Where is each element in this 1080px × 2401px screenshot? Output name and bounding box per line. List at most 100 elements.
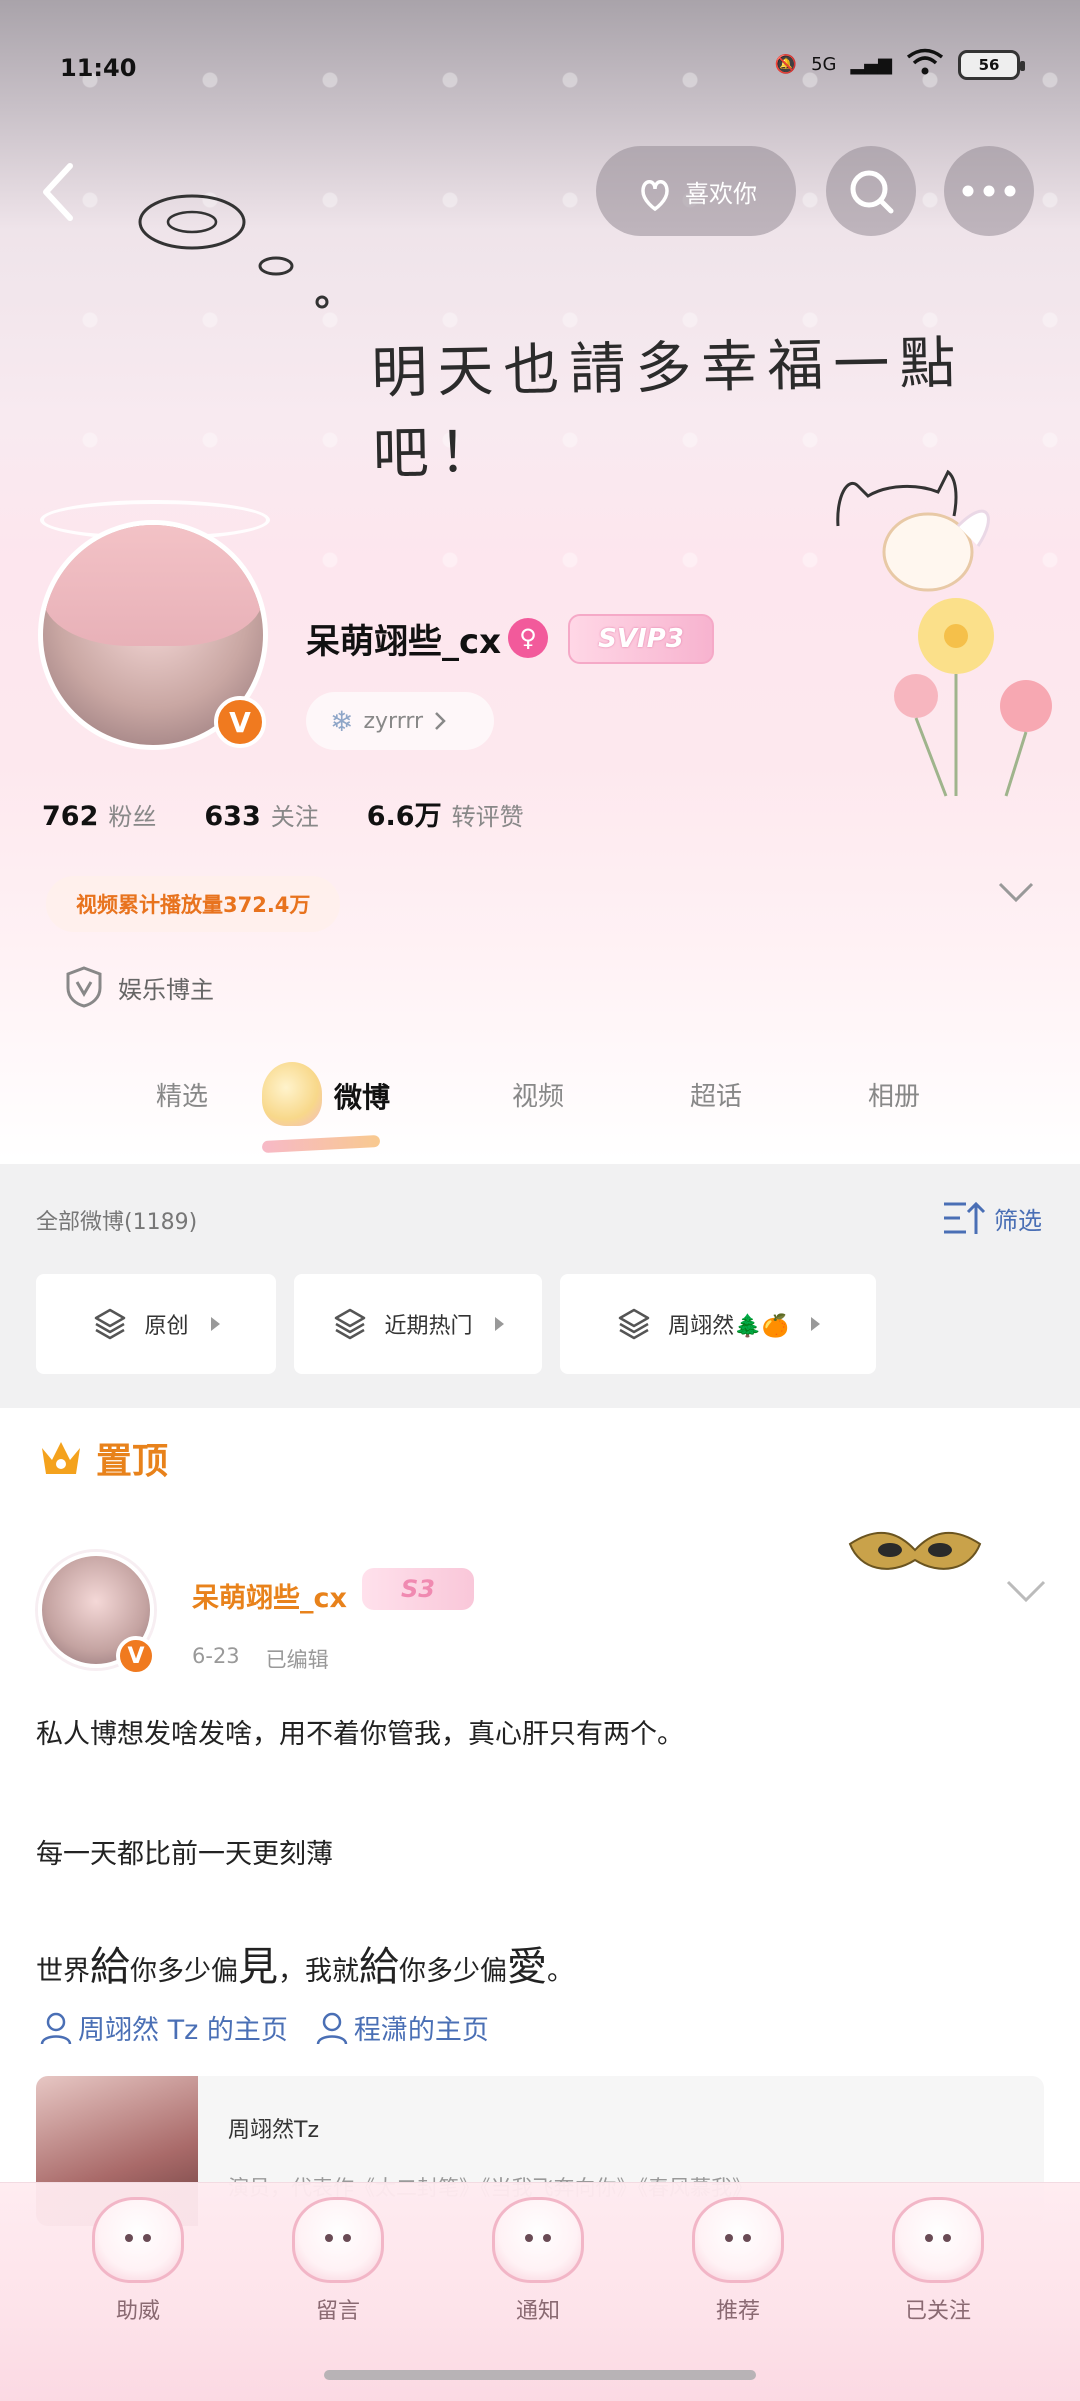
- nav-followed-label: 已关注: [904, 2299, 971, 2324]
- post-text-line-1: 私人博想发啥发啥，用不着你管我，真心肝只有两个。: [36, 1719, 684, 1750]
- post-author-name[interactable]: 呆萌翊些_cx: [192, 1576, 347, 1615]
- nav-message-label: 留言: [315, 2299, 360, 2324]
- wifi-icon: [906, 48, 944, 81]
- tab-album[interactable]: 相册: [868, 1076, 920, 1113]
- flower-decoration: [894, 598, 1052, 797]
- hand-heart-icon: [641, 180, 669, 212]
- thought-bubble-doodle: [138, 194, 329, 309]
- snowflake-icon: ❄: [330, 704, 354, 738]
- nav-recommend[interactable]: 推荐: [678, 2197, 798, 2325]
- tab-featured[interactable]: 精选: [156, 1076, 208, 1113]
- following-label: 关注: [270, 803, 319, 831]
- female-gender-icon: ♀: [508, 618, 548, 658]
- status-time: 11:40: [60, 54, 137, 82]
- chip-zhou-yiran[interactable]: 周翊然🌲🍊: [560, 1274, 876, 1374]
- nav-notify[interactable]: 通知: [478, 2197, 598, 2325]
- like-you-button[interactable]: 喜欢你: [596, 146, 796, 236]
- search-button[interactable]: [826, 146, 916, 236]
- nav-recommend-label: 推荐: [715, 2299, 760, 2324]
- stat-followers[interactable]: 762 粉丝: [42, 797, 156, 832]
- chip-original[interactable]: 原创: [36, 1274, 276, 1374]
- masquerade-mask-decoration: [848, 1532, 982, 1570]
- more-dots-icon: [962, 185, 1016, 197]
- pinned-header: 置顶: [38, 1432, 168, 1484]
- recommend-sticker-icon: [692, 2197, 784, 2283]
- post-verified-badge-icon: V: [116, 1636, 156, 1676]
- network-label: 5G: [811, 54, 837, 75]
- post-text-line-3: 世界給你多少偏見，我就給你多少偏愛。: [36, 1934, 574, 1992]
- notification-mute-icon: 🔕: [774, 54, 798, 75]
- cheer-sticker-icon: [92, 2197, 184, 2283]
- status-icons: 🔕 5G ▂▄▆ 56: [774, 48, 1025, 81]
- video-play-count[interactable]: 视频累计播放量372.4万: [46, 876, 341, 932]
- play-arrow-icon: [210, 1317, 220, 1331]
- shield-v-icon: [66, 966, 102, 1008]
- filter-section: 全部微博(1189) 筛选 原创 近期热门 周翊然🌲🍊: [0, 1164, 1080, 1408]
- post-menu-chevron-down-icon[interactable]: [1004, 1578, 1048, 1604]
- text-segment: 給: [90, 1944, 130, 1990]
- chip-original-label: 原创: [144, 1314, 189, 1339]
- profile-stats: 762 粉丝 633 关注 6.6万 转评赞: [42, 794, 524, 833]
- profile-tabs: 精选 微博 视频 超话 相册: [0, 1050, 1080, 1160]
- nav-message[interactable]: 留言: [278, 2197, 398, 2325]
- filter-label: 筛选: [994, 1206, 1042, 1235]
- user-icon: [40, 2012, 72, 2044]
- battery-level: 56: [978, 55, 1000, 74]
- play-arrow-icon: [494, 1317, 504, 1331]
- zyrrrr-label: zyrrrr: [363, 708, 424, 734]
- expand-chevron-down-icon[interactable]: [996, 880, 1036, 904]
- search-icon: [850, 170, 894, 214]
- card-title: 周翊然Tz: [228, 2118, 319, 2143]
- filter-button[interactable]: 筛选: [942, 1200, 1042, 1236]
- blogger-type: 娱乐博主: [66, 966, 214, 1008]
- back-button[interactable]: [36, 160, 80, 228]
- text-segment: 見: [238, 1944, 278, 1990]
- battery-icon: 56: [958, 49, 1025, 80]
- link-zhou-yiran-profile[interactable]: 周翊然 Tz 的主页: [38, 2008, 288, 2047]
- bottom-navigation: 助威 留言 通知 推荐 已关注: [0, 2182, 1080, 2401]
- link-cheng-xiao-profile[interactable]: 程潇的主页: [314, 2008, 489, 2047]
- all-posts-count: 全部微博(1189): [36, 1210, 198, 1235]
- nav-followed[interactable]: 已关注: [878, 2197, 998, 2325]
- text-segment: 愛: [507, 1944, 547, 1990]
- layers-icon: [95, 1308, 126, 1340]
- blogger-type-label: 娱乐博主: [118, 975, 214, 1004]
- followers-label: 粉丝: [108, 803, 157, 831]
- tab-video[interactable]: 视频: [512, 1076, 564, 1113]
- stat-following[interactable]: 633 关注: [204, 797, 318, 832]
- post-date: 6-23: [192, 1644, 240, 1668]
- back-arrow-icon: [43, 163, 73, 221]
- notify-sticker-icon: [492, 2197, 584, 2283]
- text-segment: 。: [547, 1956, 574, 1987]
- link-cheng-xiao-label: 程潇的主页: [353, 2015, 489, 2046]
- tab-weibo[interactable]: 微博: [334, 1076, 390, 1116]
- stat-interactions[interactable]: 6.6万 转评赞: [367, 794, 524, 833]
- tab-super-topic[interactable]: 超话: [690, 1076, 742, 1113]
- chip-zhou-yiran-label: 周翊然🌲🍊: [668, 1314, 789, 1339]
- post-edited: 已编辑: [265, 1648, 329, 1672]
- nav-notify-label: 通知: [515, 2299, 560, 2324]
- profile-username: 呆萌翊些_cx: [306, 622, 502, 662]
- verified-badge-icon: V: [214, 696, 266, 748]
- user-icon: [316, 2012, 348, 2044]
- interactions-count: 6.6万: [366, 801, 442, 832]
- message-sticker-icon: [292, 2197, 384, 2283]
- signal-icon: ▂▄▆: [850, 54, 892, 75]
- crown-icon: [42, 1442, 80, 1474]
- text-segment: 世界: [36, 1956, 90, 1987]
- interactions-label: 转评赞: [451, 803, 524, 831]
- chip-recent-hot[interactable]: 近期热门: [294, 1274, 542, 1374]
- pinned-label: 置顶: [96, 1441, 169, 1482]
- text-segment: ，我就: [278, 1956, 359, 1987]
- status-bar: 11:40 🔕 5G ▂▄▆ 56: [0, 0, 1080, 140]
- layers-icon: [335, 1308, 366, 1340]
- nav-cheer[interactable]: 助威: [78, 2197, 198, 2325]
- text-segment: 給: [359, 1944, 399, 1990]
- filter-sort-icon: [944, 1201, 986, 1234]
- zyrrrr-tag[interactable]: ❄ zyrrrr: [306, 692, 494, 750]
- home-indicator[interactable]: [324, 2370, 756, 2380]
- tab-sticker-icon: [262, 1062, 322, 1126]
- more-button[interactable]: [944, 146, 1034, 236]
- cat-angel-doodle: [836, 469, 990, 592]
- svip-badge[interactable]: SVIP3: [568, 614, 714, 664]
